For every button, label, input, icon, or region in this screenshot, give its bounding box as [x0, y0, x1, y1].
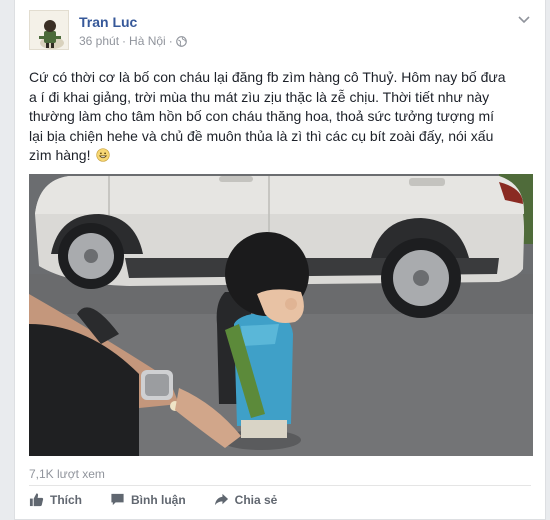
- post-text-line: Cứ có thời cơ là bố con cháu lại đăng fb…: [29, 69, 506, 85]
- meta-separator: ·: [168, 34, 173, 48]
- views-count: 7,1K lượt xem: [29, 467, 105, 481]
- post-card: Tran Luc 36 phút · Hà Nội · Cứ có thời c…: [14, 0, 546, 520]
- comment-label: Bình luận: [131, 492, 186, 507]
- divider: [29, 485, 531, 486]
- avatar[interactable]: [29, 10, 69, 50]
- post-text-line: lại bịa chiện hehe và chủ đề muôn thủa l…: [29, 127, 494, 144]
- post-meta: 36 phút · Hà Nội ·: [79, 34, 187, 48]
- post-photo[interactable]: [29, 174, 533, 456]
- post-text: Cứ có thời cơ là bố con cháu lại đăng fb…: [29, 68, 531, 166]
- meta-separator: ·: [122, 34, 127, 48]
- thumbs-up-icon: [29, 492, 44, 507]
- post-location[interactable]: Hà Nội: [129, 34, 166, 48]
- post-time[interactable]: 36 phút: [79, 34, 119, 48]
- post-text-line: thường làm cho tâm hồn bố con cháu thăng…: [29, 108, 495, 124]
- globe-icon[interactable]: [175, 35, 187, 47]
- comment-icon: [110, 492, 125, 507]
- post-actions: Thích Bình luận Chia sẻ: [29, 492, 277, 507]
- share-label: Chia sẻ: [234, 492, 278, 507]
- post-text-line-last: zìm hàng!: [29, 146, 531, 166]
- share-icon: [214, 492, 229, 507]
- post-text-line: a í đi khai giảng, trời mùa thu mát zìu …: [29, 88, 490, 105]
- author-name[interactable]: Tran Luc: [79, 14, 137, 30]
- comment-button[interactable]: Bình luận: [110, 492, 186, 507]
- share-button[interactable]: Chia sẻ: [214, 492, 278, 507]
- like-button[interactable]: Thích: [29, 492, 82, 507]
- post-text-line: zìm hàng!: [29, 147, 91, 163]
- chevron-down-icon[interactable]: [517, 12, 531, 30]
- grinning-face-icon: [96, 148, 111, 162]
- like-label: Thích: [50, 492, 82, 507]
- post-header: Tran Luc 36 phút · Hà Nội ·: [29, 10, 535, 54]
